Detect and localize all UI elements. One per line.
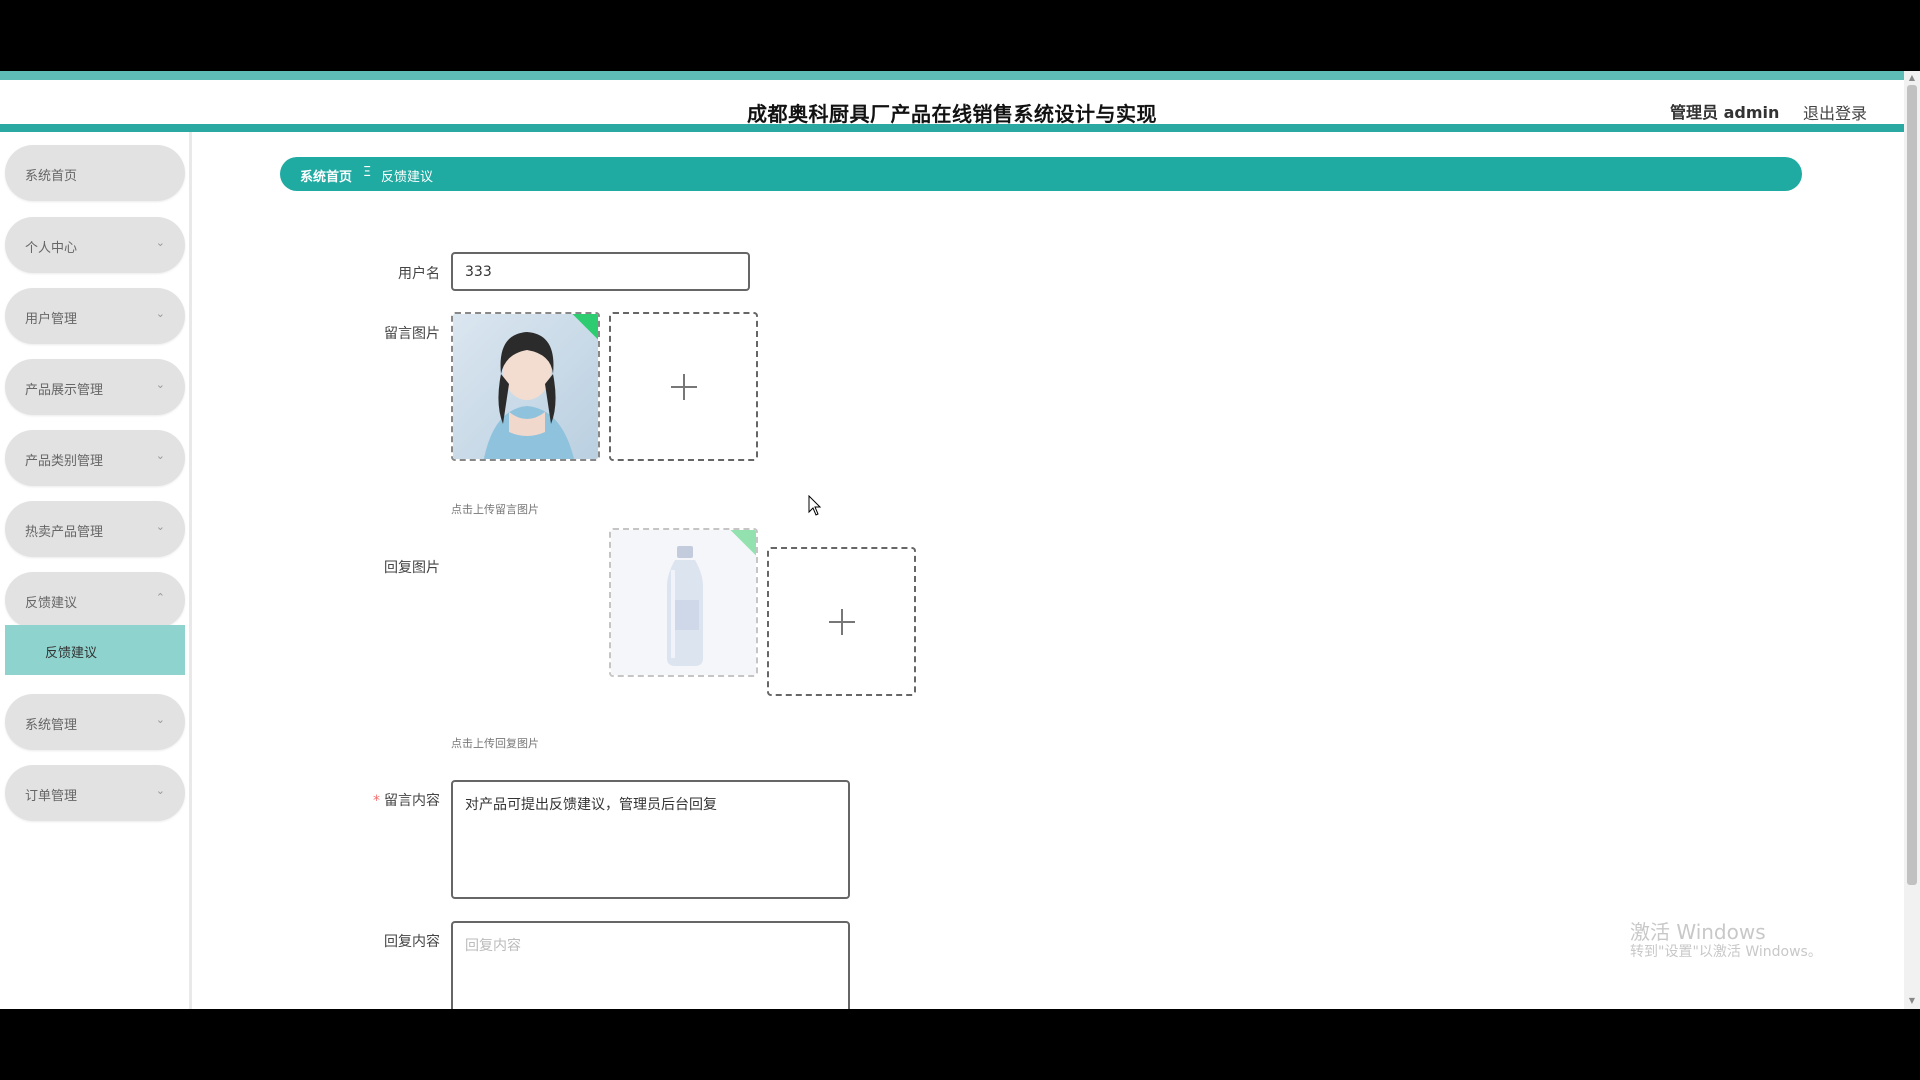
- logout-button[interactable]: 退出登录: [1803, 100, 1867, 124]
- message-content-textarea[interactable]: 对产品可提出反馈建议，管理员后台回复: [451, 780, 850, 899]
- top-accent-bar: [0, 71, 1904, 80]
- sidebar-item-label: 系统首页: [25, 169, 78, 184]
- sidebar-subitem-label: 反馈建议: [45, 646, 98, 661]
- message-image-hint: 点击上传留言图片: [451, 503, 539, 516]
- chevron-down-icon: ⌄: [155, 307, 165, 320]
- message-image-upload-button[interactable]: [609, 312, 758, 461]
- water-bottle-image: [611, 530, 756, 675]
- sidebar-item-hot-products[interactable]: 热卖产品管理 ⌄: [5, 501, 185, 557]
- username-input[interactable]: 333: [451, 252, 750, 291]
- sidebar-item-label: 订单管理: [25, 789, 78, 804]
- chevron-up-icon: ⌃: [155, 591, 165, 604]
- sidebar-item-label: 用户管理: [25, 312, 78, 327]
- breadcrumb-current: 反馈建议: [381, 170, 434, 185]
- windows-activation-watermark-hint: 转到"设置"以激活 Windows。: [1630, 944, 1822, 960]
- chevron-down-icon: ⌄: [155, 784, 165, 797]
- sidebar-item-user-management[interactable]: 用户管理 ⌄: [5, 288, 185, 344]
- reply-image-label: 回复图片: [384, 560, 440, 576]
- portrait-photo-image: [453, 314, 598, 459]
- sidebar-subitem-feedback[interactable]: 反馈建议: [5, 625, 185, 675]
- header-divider: [0, 124, 1904, 132]
- message-content-label: * 留言内容: [373, 793, 440, 809]
- username-label: 用户名: [398, 266, 440, 282]
- sidebar-item-product-category[interactable]: 产品类别管理 ⌄: [5, 430, 185, 486]
- scrollbar-thumb[interactable]: [1907, 85, 1917, 885]
- admin-user-label: 管理员 admin: [1670, 103, 1780, 122]
- scroll-down-icon[interactable]: ▼: [1906, 996, 1918, 1005]
- reply-image-thumbnail[interactable]: [609, 528, 758, 677]
- reply-image-upload-button[interactable]: [767, 547, 916, 696]
- scroll-up-icon[interactable]: ▲: [1906, 73, 1918, 82]
- sidebar-item-system-management[interactable]: 系统管理 ⌄: [5, 694, 185, 750]
- reply-image-hint: 点击上传回复图片: [451, 737, 539, 750]
- message-image-thumbnail[interactable]: [451, 312, 600, 461]
- sidebar-item-order-management[interactable]: 订单管理 ⌄: [5, 765, 185, 821]
- message-image-label: 留言图片: [384, 326, 440, 342]
- sidebar-item-feedback[interactable]: 反馈建议 ⌃: [5, 572, 185, 628]
- sidebar-item-label: 产品展示管理: [25, 383, 104, 398]
- breadcrumb-separator: Ξ: [363, 165, 372, 180]
- reply-content-textarea[interactable]: 回复内容: [451, 921, 850, 1009]
- chevron-down-icon: ⌄: [155, 378, 165, 391]
- sidebar-item-home[interactable]: 系统首页: [5, 145, 185, 201]
- mouse-cursor-icon: [808, 495, 822, 516]
- breadcrumb: 系统首页 Ξ 反馈建议: [280, 157, 1802, 191]
- required-mark: *: [373, 793, 380, 809]
- sidebar-item-label: 热卖产品管理: [25, 525, 104, 540]
- chevron-down-icon: ⌄: [155, 236, 165, 249]
- sidebar: 系统首页 个人中心 ⌄ 用户管理 ⌄ 产品展示管理 ⌄ 产品类别管理 ⌄ 热卖产…: [0, 132, 192, 1009]
- sidebar-item-personal-center[interactable]: 个人中心 ⌄: [5, 217, 185, 273]
- sidebar-item-product-display[interactable]: 产品展示管理 ⌄: [5, 359, 185, 415]
- chevron-down-icon: ⌄: [155, 520, 165, 533]
- sidebar-item-label: 系统管理: [25, 718, 78, 733]
- chevron-down-icon: ⌄: [155, 713, 165, 726]
- sidebar-item-label: 反馈建议: [25, 596, 78, 611]
- app-window: 成都奥科厨具厂产品在线销售系统设计与实现 管理员 admin 退出登录 系统首页…: [0, 71, 1920, 1009]
- breadcrumb-home-link[interactable]: 系统首页: [300, 166, 352, 185]
- sidebar-item-label: 产品类别管理: [25, 454, 104, 469]
- reply-content-label: 回复内容: [384, 934, 440, 950]
- chevron-down-icon: ⌄: [155, 449, 165, 462]
- header: 成都奥科厨具厂产品在线销售系统设计与实现 管理员 admin 退出登录: [0, 80, 1904, 126]
- page-title: 成都奥科厨具厂产品在线销售系统设计与实现: [747, 102, 1157, 126]
- sidebar-item-label: 个人中心: [25, 241, 78, 256]
